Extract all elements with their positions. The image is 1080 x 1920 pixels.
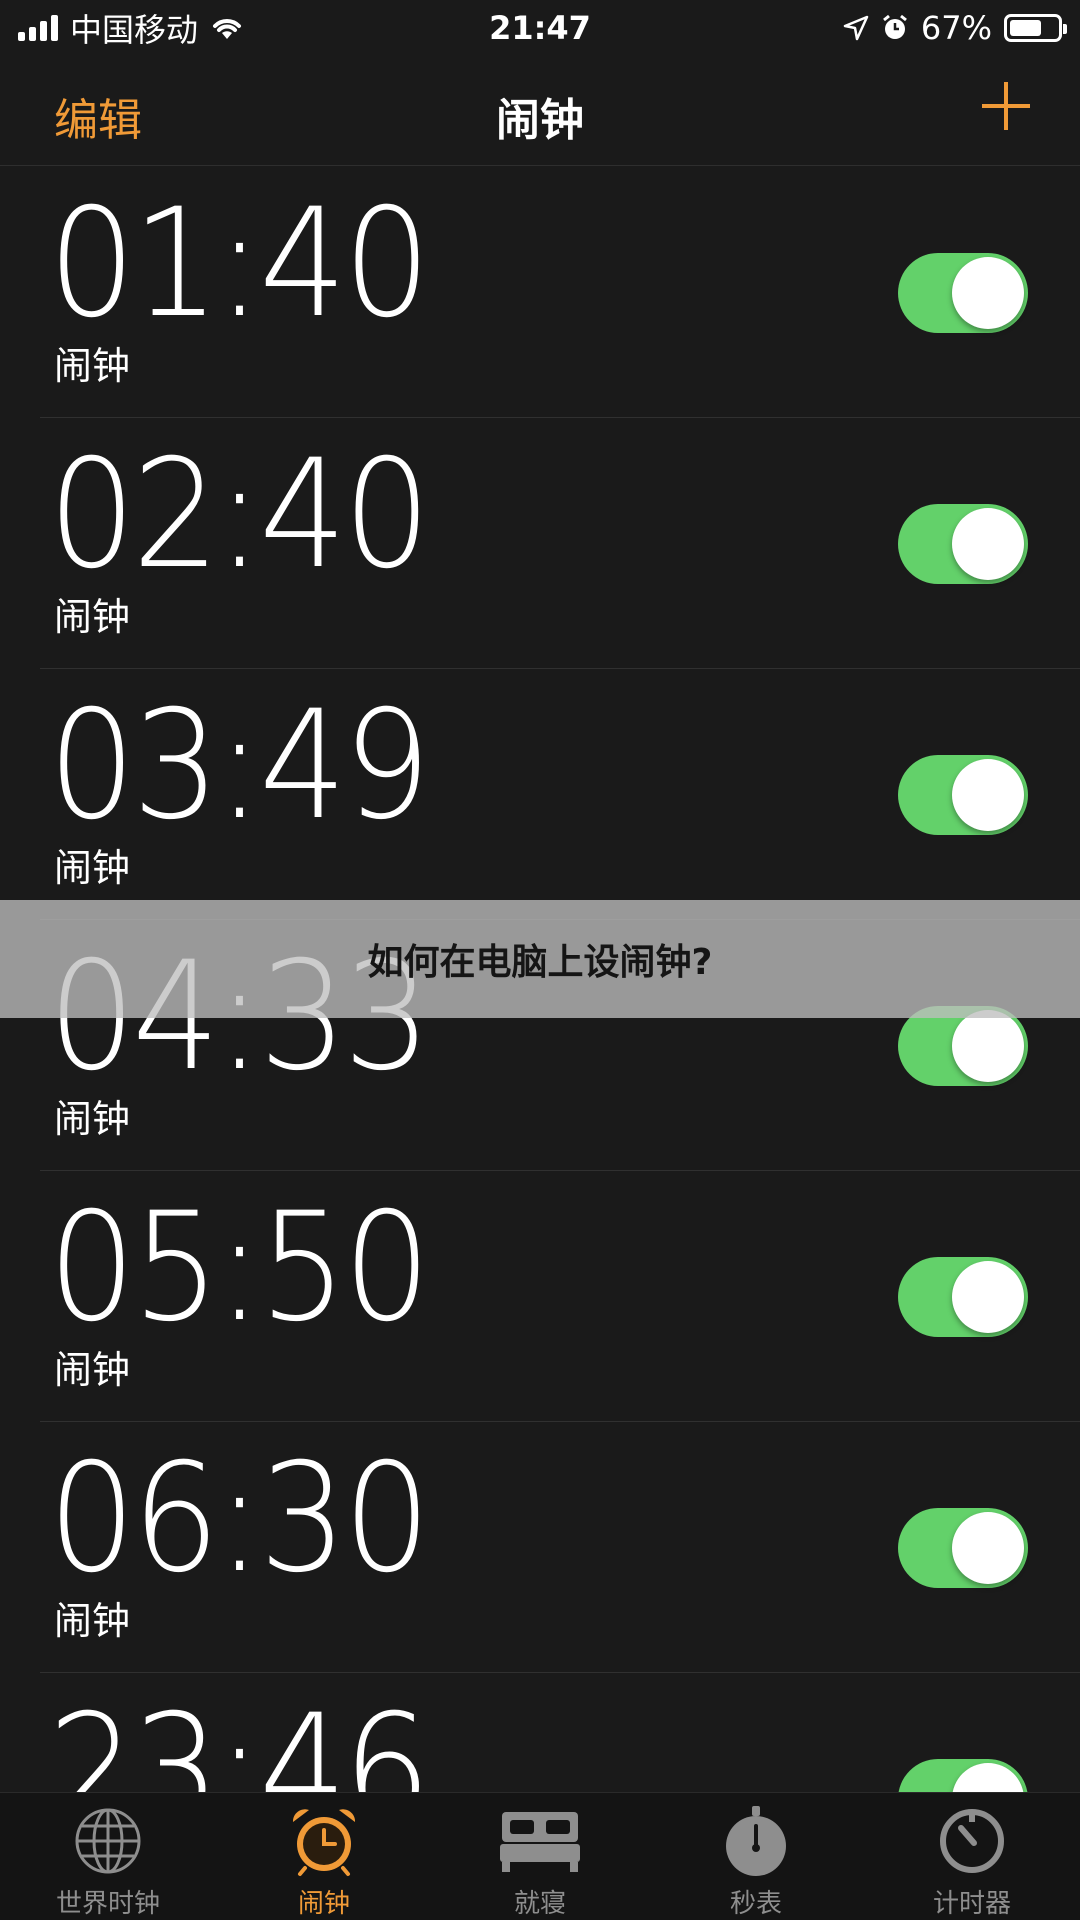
- stopwatch-icon: [713, 1803, 799, 1879]
- alarm-toggle[interactable]: [898, 504, 1028, 584]
- alarm-row[interactable]: 06:30 闹钟: [0, 1422, 1080, 1673]
- add-alarm-button[interactable]: [982, 82, 1030, 130]
- alarm-label: 闹钟: [54, 595, 131, 639]
- wifi-icon: [213, 19, 242, 39]
- toggle-knob: [952, 257, 1024, 329]
- battery-icon: [1004, 14, 1067, 42]
- alarm-label: 闹钟: [54, 1097, 131, 1141]
- status-left: 中国移动: [18, 5, 244, 51]
- alarm-row[interactable]: 01:40 闹钟: [0, 167, 1080, 418]
- battery-fill: [1010, 20, 1041, 36]
- tab-world-clock[interactable]: 世界时钟: [0, 1793, 216, 1920]
- tab-bedtime[interactable]: 就寝: [432, 1793, 648, 1920]
- banner-text: 如何在电脑上设闹钟?: [367, 942, 713, 983]
- signal-strength-icon: [18, 15, 58, 41]
- alarm-row[interactable]: 05:50 闹钟: [0, 1171, 1080, 1422]
- tab-label: 就寝: [513, 1889, 566, 1919]
- alarm-time: 01:40: [48, 177, 431, 351]
- toggle-knob: [952, 1512, 1024, 1584]
- alarm-status-icon: [882, 14, 907, 39]
- tab-label: 闹钟: [297, 1889, 350, 1919]
- alarm-list: 01:40 闹钟 02:40 闹钟 03:49 闹钟 04:33 闹钟 05:5…: [0, 167, 1080, 1920]
- tab-alarm[interactable]: 闹钟: [216, 1793, 432, 1920]
- globe-icon: [65, 1803, 151, 1879]
- tab-timer[interactable]: 计时器: [864, 1793, 1080, 1920]
- toggle-knob: [952, 1261, 1024, 1333]
- navigation-bar: 编辑 闹钟: [0, 56, 1080, 166]
- carrier-name: 中国移动: [70, 11, 199, 49]
- overlay-banner: 如何在电脑上设闹钟?: [0, 900, 1080, 1018]
- location-arrow-icon: [843, 15, 869, 41]
- alarm-toggle[interactable]: [898, 1257, 1028, 1337]
- alarm-label: 闹钟: [54, 1348, 131, 1392]
- alarm-time: 02:40: [48, 428, 431, 602]
- tab-stopwatch[interactable]: 秒表: [648, 1793, 864, 1920]
- alarm-toggle[interactable]: [898, 755, 1028, 835]
- alarm-label: 闹钟: [54, 344, 131, 388]
- alarm-label: 闹钟: [54, 846, 131, 890]
- status-right: 67%: [843, 9, 1067, 47]
- page-title: 闹钟: [496, 95, 584, 146]
- alarm-time: 05:50: [48, 1181, 431, 1355]
- alarm-toggle[interactable]: [898, 1508, 1028, 1588]
- alarm-toggle[interactable]: [898, 253, 1028, 333]
- tab-label: 计时器: [932, 1889, 1011, 1919]
- battery-percentage: 67%: [920, 9, 992, 47]
- alarm-toggle[interactable]: [898, 1006, 1028, 1086]
- clock-app-screen: 中国移动 21:47 67% 编辑 闹钟 01:40 闹钟 02:40 闹钟 0…: [0, 0, 1080, 1920]
- toggle-knob: [952, 508, 1024, 580]
- tab-bar: 世界时钟 闹钟 就寝 秒表 计时器: [0, 1792, 1080, 1920]
- bed-icon: [497, 1803, 583, 1879]
- status-bar: 中国移动 21:47 67%: [0, 0, 1080, 56]
- tab-label: 秒表: [729, 1889, 782, 1919]
- alarm-label: 闹钟: [54, 1599, 131, 1643]
- alarm-time: 06:30: [48, 1432, 431, 1606]
- alarm-row[interactable]: 03:49 闹钟: [0, 669, 1080, 920]
- toggle-knob: [952, 759, 1024, 831]
- timer-icon: [929, 1803, 1015, 1879]
- toggle-knob: [952, 1010, 1024, 1082]
- alarm-clock-icon: [281, 1803, 367, 1879]
- alarm-time: 03:49: [48, 679, 431, 853]
- alarm-row[interactable]: 02:40 闹钟: [0, 418, 1080, 669]
- tab-label: 世界时钟: [55, 1889, 160, 1919]
